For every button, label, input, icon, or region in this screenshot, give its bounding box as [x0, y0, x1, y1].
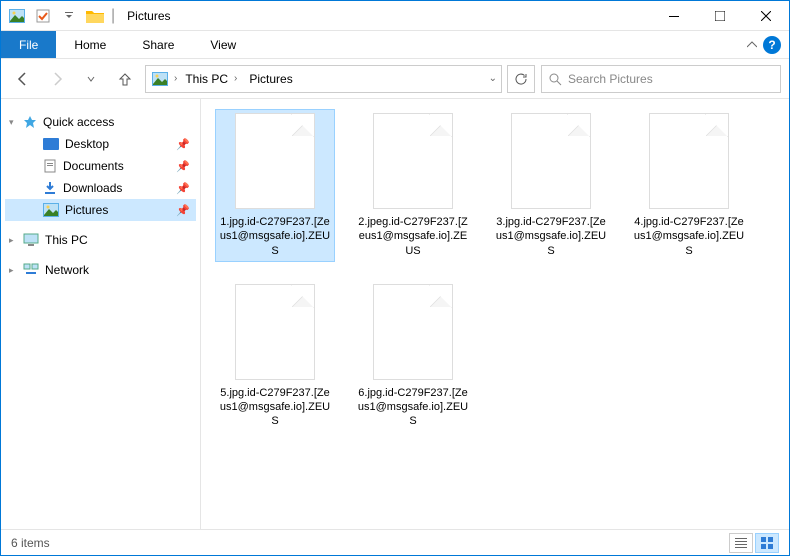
chevron-right-icon[interactable]: ›: [234, 73, 237, 84]
address-bar: › This PC › Pictures ⌄ Search Pictures: [1, 59, 789, 99]
chevron-down-icon[interactable]: ▾: [9, 117, 14, 128]
ribbon: File Home Share View ?: [1, 31, 789, 59]
search-placeholder: Search Pictures: [568, 72, 653, 86]
titlebar-left: | Pictures: [1, 5, 171, 27]
nav-label: This PC: [45, 233, 88, 247]
folder-icon: [85, 8, 105, 24]
file-item[interactable]: 5.jpg.id-C279F237.[Zeus1@msgsafe.io].ZEU…: [215, 280, 335, 433]
nav-network[interactable]: ▸ Network: [5, 259, 196, 281]
pin-icon: 📌: [176, 160, 190, 173]
chevron-down-icon[interactable]: ⌄: [489, 73, 497, 84]
tab-share[interactable]: Share: [124, 31, 192, 58]
crumb-thispc-label: This PC: [185, 72, 228, 86]
file-item[interactable]: 2.jpeg.id-C279F237.[Zeus1@msgsafe.io].ZE…: [353, 109, 473, 262]
forward-button[interactable]: [43, 65, 71, 93]
close-button[interactable]: [743, 1, 789, 31]
nav-downloads[interactable]: Downloads 📌: [5, 177, 196, 199]
view-details-button[interactable]: [729, 533, 753, 553]
chevron-right-icon[interactable]: ▸: [9, 235, 14, 246]
nav-label: Documents: [63, 159, 124, 173]
chevron-right-icon[interactable]: ▸: [9, 265, 14, 276]
pin-icon: 📌: [176, 138, 190, 151]
crumb-thispc[interactable]: This PC ›: [181, 72, 241, 86]
breadcrumb[interactable]: › This PC › Pictures ⌄: [145, 65, 502, 93]
title-separator: |: [111, 7, 115, 25]
file-grid: 1.jpg.id-C279F237.[Zeus1@msgsafe.io].ZEU…: [215, 109, 775, 433]
status-text: 6 items: [11, 536, 50, 550]
back-button[interactable]: [9, 65, 37, 93]
window-title: Pictures: [127, 9, 170, 23]
crumb-pictures-label: Pictures: [249, 72, 292, 86]
pin-icon: 📌: [176, 182, 190, 195]
search-icon: [548, 72, 562, 86]
file-icon: [235, 284, 315, 380]
nav-thispc[interactable]: ▸ This PC: [5, 229, 196, 251]
documents-icon: [43, 159, 57, 173]
search-input[interactable]: Search Pictures: [541, 65, 781, 93]
file-item[interactable]: 6.jpg.id-C279F237.[Zeus1@msgsafe.io].ZEU…: [353, 280, 473, 433]
up-button[interactable]: [111, 65, 139, 93]
computer-icon: [23, 233, 39, 247]
crumb-pictures[interactable]: Pictures: [245, 72, 296, 86]
chevron-right-icon[interactable]: ›: [174, 73, 177, 84]
file-icon: [373, 113, 453, 209]
file-name: 1.jpg.id-C279F237.[Zeus1@msgsafe.io].ZEU…: [219, 215, 331, 258]
body: ▾ Quick access Desktop 📌 Documents 📌 Dow…: [1, 99, 789, 529]
titlebar: | Pictures: [1, 1, 789, 31]
desktop-icon: [43, 138, 59, 150]
file-area[interactable]: 1.jpg.id-C279F237.[Zeus1@msgsafe.io].ZEU…: [201, 99, 789, 529]
tab-file[interactable]: File: [1, 31, 56, 58]
tab-home[interactable]: Home: [56, 31, 124, 58]
file-item[interactable]: 1.jpg.id-C279F237.[Zeus1@msgsafe.io].ZEU…: [215, 109, 335, 262]
file-name: 3.jpg.id-C279F237.[Zeus1@msgsafe.io].ZEU…: [495, 215, 607, 258]
refresh-button[interactable]: [507, 65, 535, 93]
app-icon: [7, 8, 27, 24]
nav-label: Network: [45, 263, 89, 277]
network-icon: [23, 263, 39, 277]
nav-label: Downloads: [63, 181, 122, 195]
nav-label: Quick access: [43, 115, 114, 129]
help-button[interactable]: ?: [763, 36, 781, 54]
file-icon: [511, 113, 591, 209]
nav-quick-access[interactable]: ▾ Quick access: [5, 111, 196, 133]
file-icon: [235, 113, 315, 209]
downloads-icon: [43, 181, 57, 195]
tab-view[interactable]: View: [192, 31, 254, 58]
qat-dropdown[interactable]: [57, 5, 81, 27]
file-name: 5.jpg.id-C279F237.[Zeus1@msgsafe.io].ZEU…: [219, 386, 331, 429]
file-item[interactable]: 4.jpg.id-C279F237.[Zeus1@msgsafe.io].ZEU…: [629, 109, 749, 262]
nav-label: Desktop: [65, 137, 109, 151]
ribbon-collapse-icon[interactable]: [747, 40, 757, 50]
nav-label: Pictures: [65, 203, 108, 217]
file-icon: [373, 284, 453, 380]
nav-pane: ▾ Quick access Desktop 📌 Documents 📌 Dow…: [1, 99, 201, 529]
file-name: 4.jpg.id-C279F237.[Zeus1@msgsafe.io].ZEU…: [633, 215, 745, 258]
file-icon: [649, 113, 729, 209]
nav-desktop[interactable]: Desktop 📌: [5, 133, 196, 155]
status-bar: 6 items: [1, 529, 789, 555]
pictures-icon: [43, 203, 59, 217]
view-largeicons-button[interactable]: [755, 533, 779, 553]
star-icon: [23, 115, 37, 129]
breadcrumb-icon: [150, 71, 170, 87]
maximize-button[interactable]: [697, 1, 743, 31]
recent-dropdown[interactable]: [77, 65, 105, 93]
nav-pictures[interactable]: Pictures 📌: [5, 199, 196, 221]
qat-checkbox[interactable]: [31, 5, 55, 27]
file-name: 2.jpeg.id-C279F237.[Zeus1@msgsafe.io].ZE…: [357, 215, 469, 258]
pin-icon: 📌: [176, 204, 190, 217]
nav-documents[interactable]: Documents 📌: [5, 155, 196, 177]
minimize-button[interactable]: [651, 1, 697, 31]
file-item[interactable]: 3.jpg.id-C279F237.[Zeus1@msgsafe.io].ZEU…: [491, 109, 611, 262]
file-name: 6.jpg.id-C279F237.[Zeus1@msgsafe.io].ZEU…: [357, 386, 469, 429]
